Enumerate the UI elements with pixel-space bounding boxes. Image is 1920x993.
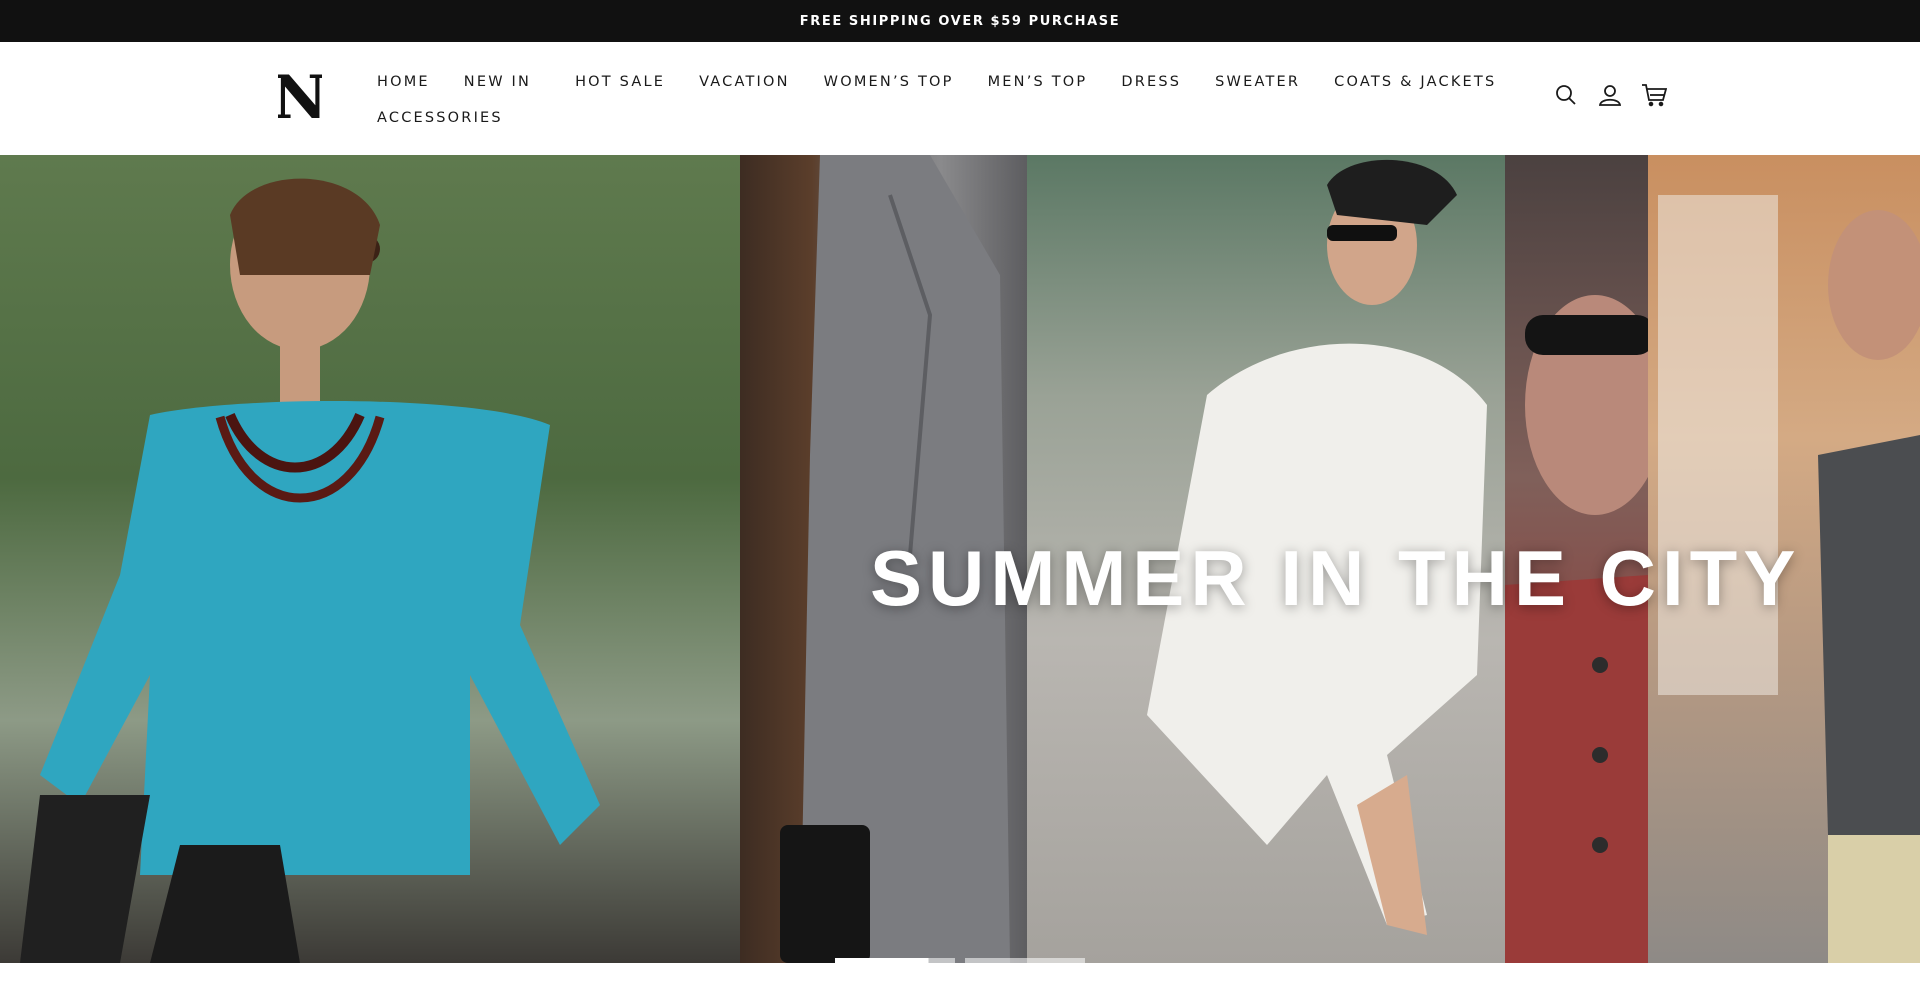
nav-row-secondary: ACCESSORIES	[377, 100, 1437, 136]
nav-item-womens-top[interactable]: WOMEN’S TOP	[824, 74, 954, 90]
hero-banner[interactable]: SUMMER IN THE CITY	[0, 155, 1920, 963]
nav-item-mens-top[interactable]: MEN’S TOP	[988, 74, 1088, 90]
hero-figure-blue-blouse	[20, 178, 600, 963]
carousel-indicator-1[interactable]	[835, 958, 955, 963]
nav-item-sweater[interactable]: SWEATER	[1215, 74, 1300, 90]
account-icon[interactable]	[1596, 81, 1624, 109]
nav-item-coats-jackets[interactable]: COATS & JACKETS	[1334, 74, 1496, 90]
site-header: N HOME NEW IN HOT SALE VACATION WOMEN’S …	[0, 42, 1920, 155]
nav-row-primary: HOME NEW IN HOT SALE VACATION WOMEN’S TO…	[377, 64, 1494, 100]
svg-text:N: N	[278, 68, 322, 122]
nav-item-new-in[interactable]: NEW IN	[464, 74, 531, 90]
nav-item-dress[interactable]: DRESS	[1121, 74, 1181, 90]
header-icons	[1552, 81, 1684, 109]
nav-item-accessories[interactable]: ACCESSORIES	[377, 110, 503, 126]
brand-logo[interactable]: N	[278, 68, 322, 122]
carousel-indicator-2[interactable]	[965, 958, 1085, 963]
hero-photo-panel	[0, 155, 740, 963]
nav-item-home[interactable]: HOME	[377, 74, 430, 90]
hero-carousel-indicators	[835, 958, 1085, 963]
page-bottom-strip	[0, 963, 1920, 993]
announcement-text: FREE SHIPPING OVER $59 PURCHASE	[799, 13, 1121, 29]
announcement-bar: FREE SHIPPING OVER $59 PURCHASE	[0, 0, 1920, 42]
nav-item-vacation[interactable]: VACATION	[699, 74, 790, 90]
main-navigation: HOME NEW IN HOT SALE VACATION WOMEN’S TO…	[377, 64, 1494, 136]
hero-title: SUMMER IN THE CITY	[870, 534, 1802, 622]
cart-icon[interactable]	[1640, 81, 1668, 109]
nav-item-hot-sale[interactable]: HOT SALE	[575, 74, 665, 90]
search-icon[interactable]	[1552, 81, 1580, 109]
